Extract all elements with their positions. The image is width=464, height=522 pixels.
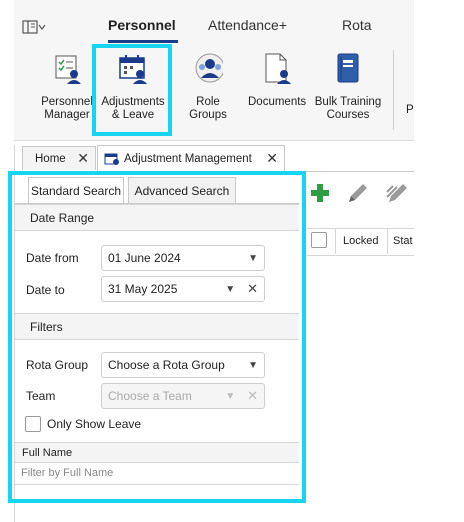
tab-home[interactable]: Home ✕ <box>22 146 96 170</box>
column-header-status[interactable]: Stat <box>393 235 413 247</box>
personnel-manager-label-1: Personnel <box>41 96 93 108</box>
bulk-training-label-1: Bulk Training <box>314 96 382 108</box>
close-icon[interactable]: ✕ <box>266 150 278 167</box>
active-tab-indicator <box>108 40 178 43</box>
calendar-icon <box>104 153 119 165</box>
search-panel-highlight <box>8 171 306 503</box>
grid-column-divider <box>335 228 336 254</box>
adjustments-leave-button[interactable]: Adjustments & Leave <box>100 52 166 122</box>
grid-column-divider <box>387 228 388 254</box>
bulk-edit-icon[interactable] <box>385 182 411 206</box>
select-all-checkbox[interactable] <box>311 232 327 248</box>
tab-adjustment-management[interactable]: Adjustment Management ✕ <box>97 145 285 171</box>
bulk-training-label-2: Courses <box>326 109 370 121</box>
tab-home-label: Home <box>35 152 66 165</box>
documents-label: Documents <box>248 96 307 108</box>
document-user-icon <box>265 53 291 84</box>
adjustments-leave-label-1: Adjustments <box>101 96 165 108</box>
training-book-icon <box>337 53 359 83</box>
close-icon[interactable]: ✕ <box>77 150 89 167</box>
tab-adjustment-management-label: Adjustment Management <box>124 152 252 165</box>
tab-attendance[interactable]: Attendance+ <box>208 17 287 33</box>
tab-personnel[interactable]: Personnel <box>108 17 176 33</box>
column-header-locked[interactable]: Locked <box>343 235 378 247</box>
quick-access-menu-button[interactable] <box>22 18 58 36</box>
ribbon-cut-off-button-label[interactable]: P <box>406 104 414 116</box>
add-icon[interactable] <box>309 182 331 204</box>
calendar-user-icon <box>119 55 147 84</box>
role-groups-button[interactable]: Role Groups <box>178 52 238 122</box>
bulk-training-courses-button[interactable]: Bulk Training Courses <box>314 52 382 122</box>
adjustments-leave-label-2: & Leave <box>111 109 155 121</box>
role-group-icon <box>195 53 225 83</box>
personnel-manager-button[interactable]: Personnel Manager <box>40 52 94 122</box>
window-menu-icon <box>22 20 46 34</box>
documents-button[interactable]: Documents <box>248 52 306 109</box>
tab-rota[interactable]: Rota <box>342 17 372 33</box>
personnel-manager-label-2: Manager <box>44 109 90 121</box>
ribbon-separator <box>393 50 394 130</box>
checklist-user-icon <box>55 55 81 84</box>
edit-icon[interactable] <box>345 182 371 206</box>
role-groups-label: Role Groups <box>189 96 227 121</box>
